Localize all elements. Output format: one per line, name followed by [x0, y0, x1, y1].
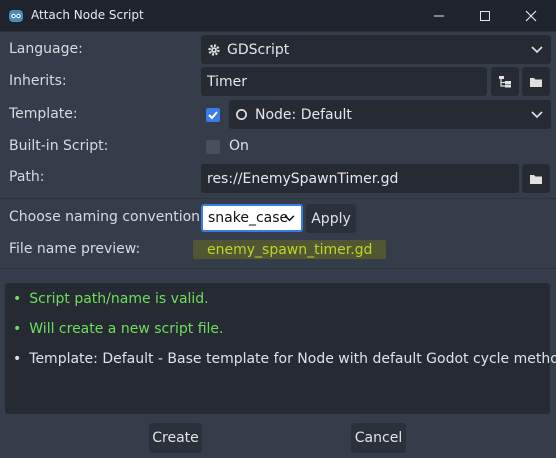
builtin-script-label: Built-in Script: [9, 138, 109, 154]
validation-messages-panel: • Script path/name is valid. • Will create… [5, 283, 556, 414]
inherits-input[interactable]: Timer [201, 67, 487, 96]
inherits-browse-button[interactable] [522, 67, 550, 96]
class-tree-icon [499, 75, 511, 87]
checkmark-icon [208, 111, 218, 120]
file-name-preview-value: enemy_spawn_timer.gd [193, 240, 387, 259]
minimize-button[interactable] [416, 0, 462, 31]
close-icon [525, 10, 537, 21]
language-value: GDScript [227, 41, 290, 58]
folder-icon [530, 174, 542, 184]
path-label: Path: [9, 169, 45, 185]
language-label: Language: [9, 41, 83, 57]
builtin-script-checkbox[interactable] [206, 140, 220, 154]
template-label: Template: [9, 106, 78, 122]
circle-node-icon [236, 109, 247, 120]
chevron-down-icon [284, 215, 295, 222]
inherits-tree-button[interactable] [491, 67, 519, 96]
separator [0, 198, 556, 199]
chevron-down-icon [531, 45, 543, 53]
title-bar: Attach Node Script [0, 0, 556, 32]
inherits-label: Inherits: [9, 73, 67, 89]
template-value: Node: Default [255, 106, 352, 123]
cancel-button[interactable]: Cancel [351, 423, 406, 453]
maximize-icon [480, 10, 490, 21]
chevron-down-icon [531, 110, 543, 118]
message-item: • Will create a new script file. [13, 321, 224, 337]
separator [0, 268, 556, 269]
folder-icon [530, 77, 542, 87]
apply-button[interactable]: Apply [306, 204, 356, 233]
naming-convention-label: Choose naming convention: [9, 209, 205, 225]
builtin-on-label[interactable]: On [229, 138, 249, 154]
file-name-preview-label: File name preview: [9, 241, 141, 257]
naming-convention-select[interactable]: snake_case [201, 204, 303, 232]
naming-convention-value: snake_case [208, 210, 289, 226]
template-checkbox[interactable] [206, 108, 220, 122]
window-title: Attach Node Script [31, 8, 144, 22]
message-item: • Script path/name is valid. [13, 291, 209, 307]
path-browse-button[interactable] [522, 164, 550, 193]
path-input[interactable]: res://EnemySpawnTimer.gd [201, 164, 519, 193]
create-button[interactable]: Create [149, 423, 202, 453]
gdscript-gear-icon [208, 43, 220, 56]
godot-logo-icon [9, 10, 23, 22]
language-select[interactable]: GDScript [201, 35, 551, 64]
maximize-button[interactable] [462, 0, 508, 31]
inherits-value: Timer [207, 73, 248, 90]
path-value: res://EnemySpawnTimer.gd [207, 170, 399, 187]
message-item: • Template: Default - Base template for N… [13, 351, 556, 367]
minimize-icon [434, 15, 444, 16]
template-select[interactable]: Node: Default [229, 100, 551, 129]
close-button[interactable] [508, 0, 554, 31]
